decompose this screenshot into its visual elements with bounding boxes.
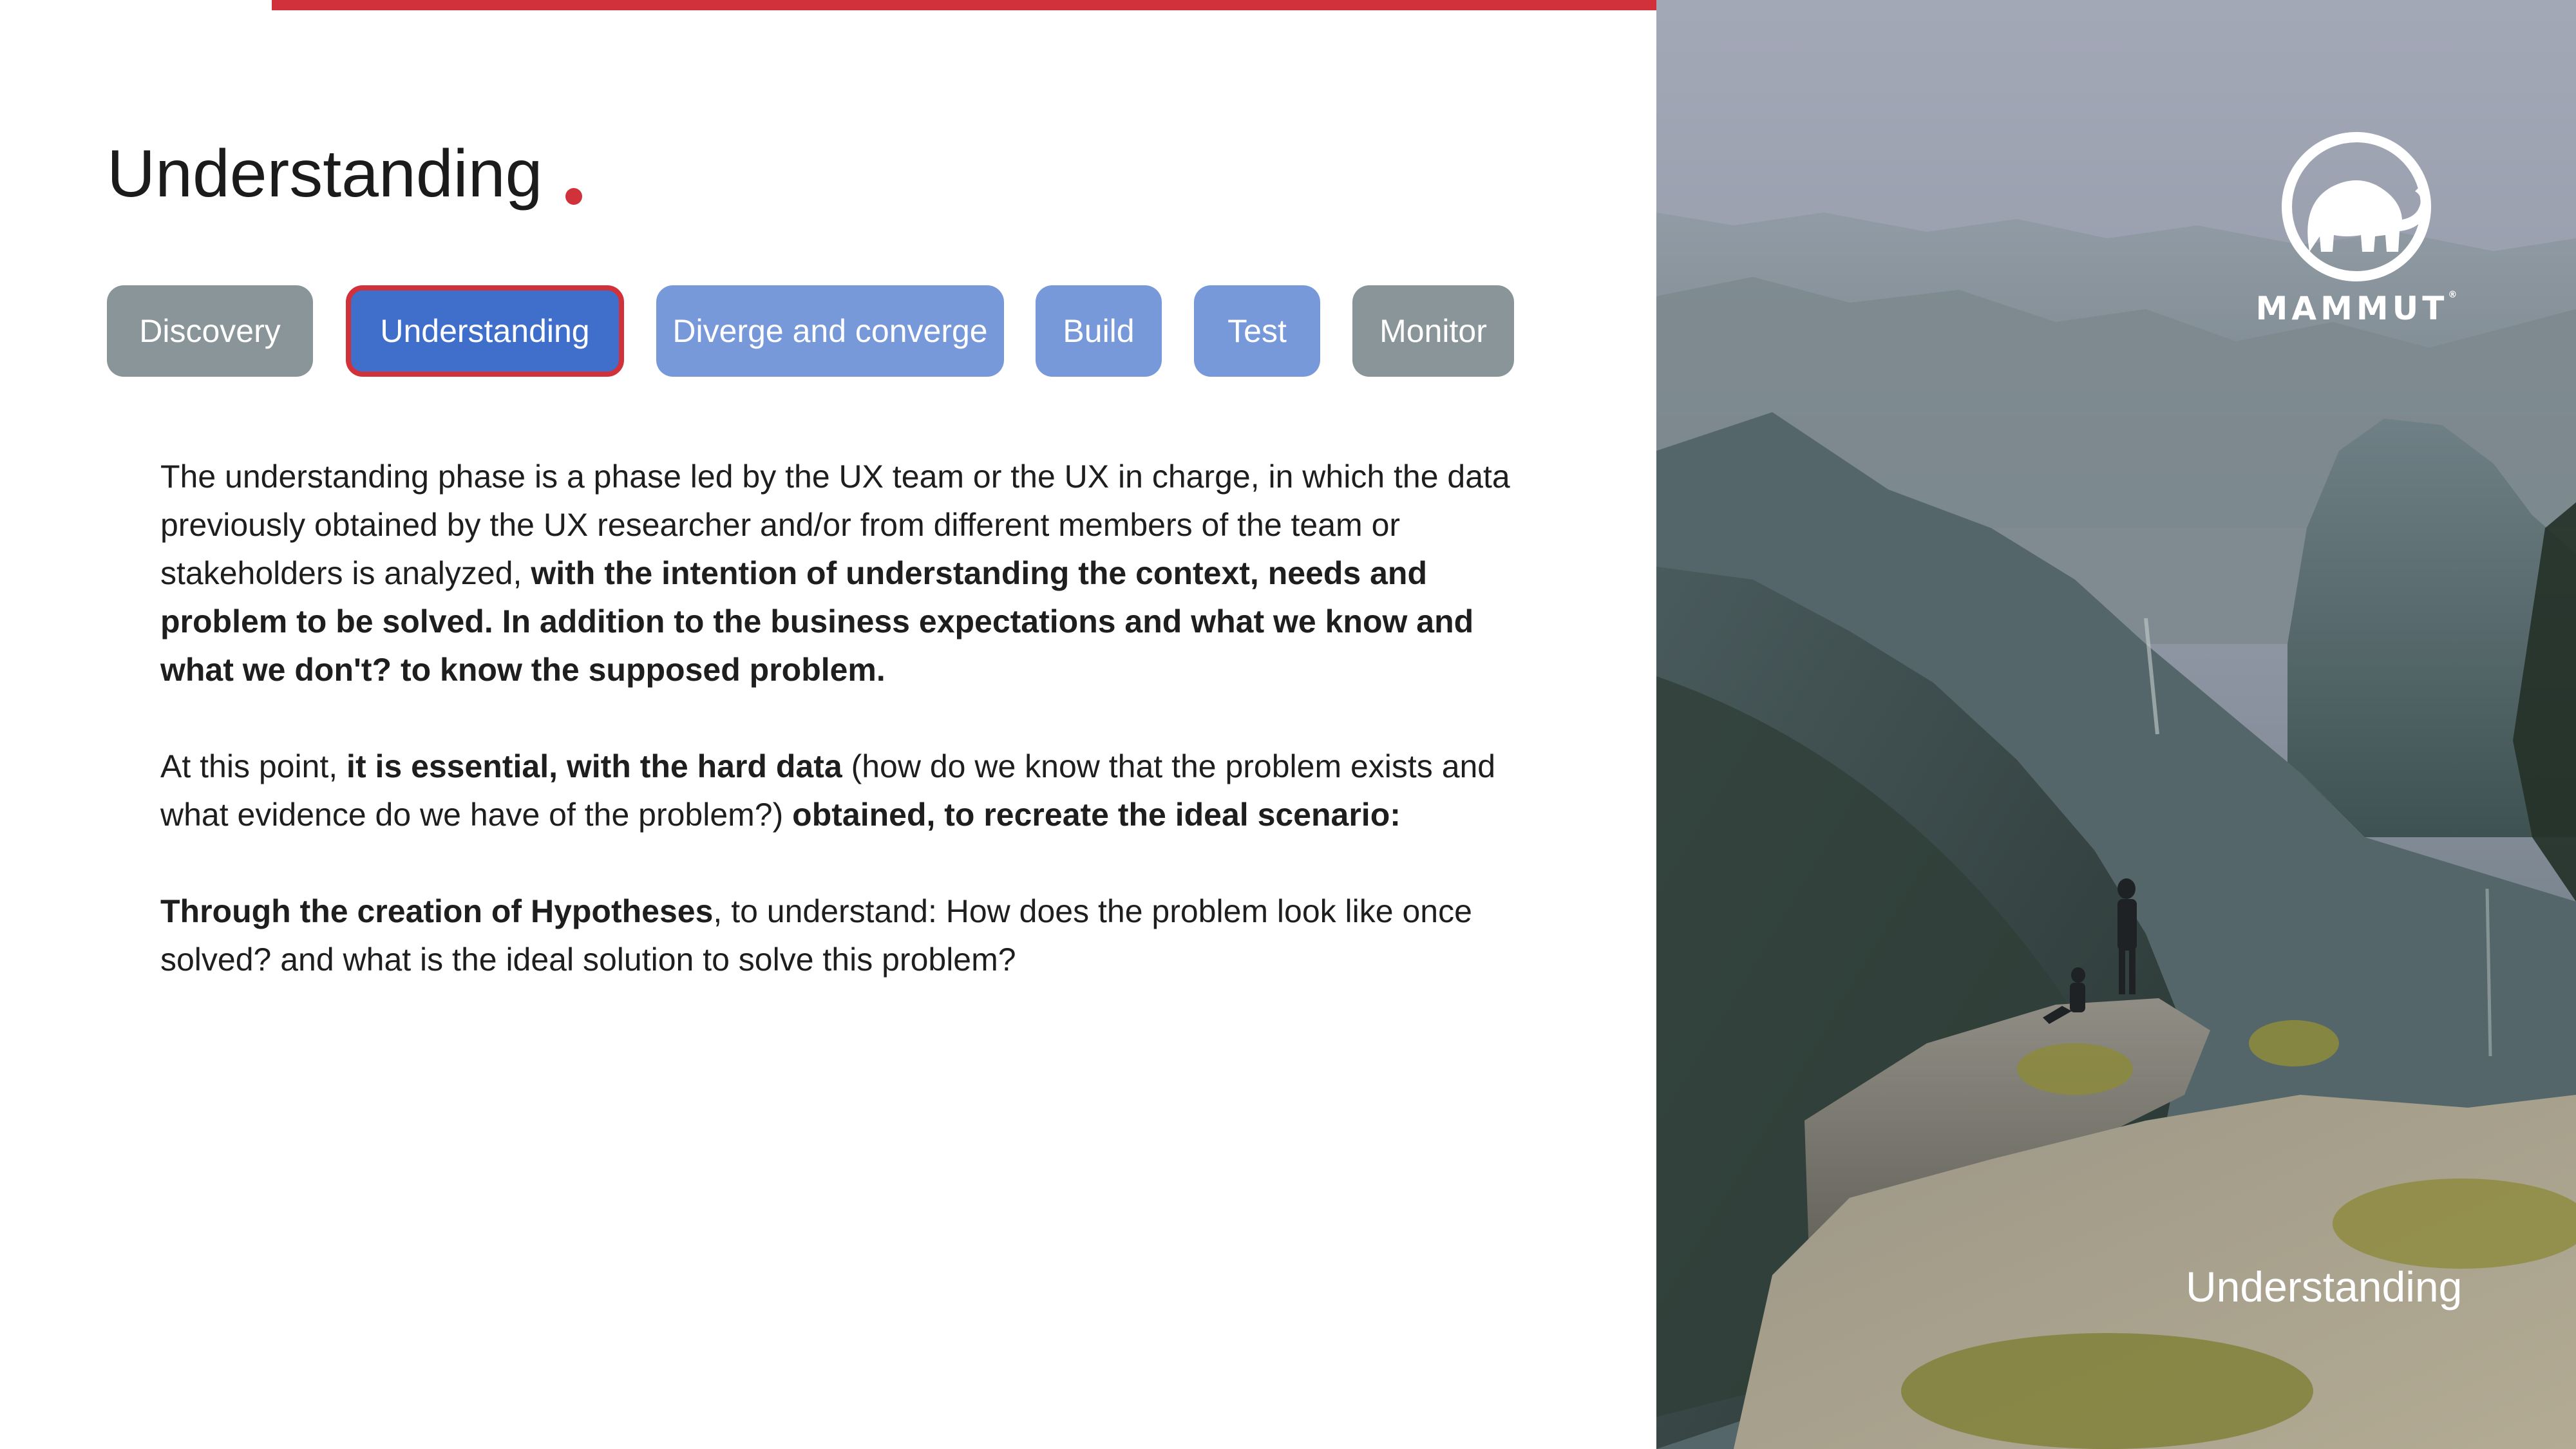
tab-understanding[interactable]: Understanding xyxy=(346,285,624,377)
brand-wordmark: MAMMUT® xyxy=(2237,290,2476,327)
paragraph-bold-text: obtained, to recreate the ideal scenario… xyxy=(792,797,1401,833)
page-title: Understanding xyxy=(107,137,543,211)
brand-name: MAMMUT xyxy=(2255,290,2448,327)
paragraph-bold-text: it is essential, with the hard data xyxy=(346,748,842,784)
mammoth-logo-icon xyxy=(2282,132,2431,281)
paragraph-hypotheses: Through the creation of Hypotheses, to u… xyxy=(160,887,1532,984)
tab-discovery[interactable]: Discovery xyxy=(107,285,313,377)
tab-monitor[interactable]: Monitor xyxy=(1352,285,1514,377)
registered-mark: ® xyxy=(2448,290,2458,300)
paragraph-text: At this point, xyxy=(160,748,347,784)
tab-build[interactable]: Build xyxy=(1036,285,1162,377)
tab-test[interactable]: Test xyxy=(1194,285,1320,377)
brand-logo: MAMMUT® xyxy=(2237,132,2476,327)
paragraph-hard-data: At this point, it is essential, with the… xyxy=(160,743,1532,839)
image-caption: Understanding xyxy=(2186,1263,2463,1311)
paragraph-understanding-phase: The understanding phase is a phase led b… xyxy=(160,453,1532,694)
tab-diverge-and-converge[interactable]: Diverge and converge xyxy=(656,285,1004,377)
description-text: The understanding phase is a phase led b… xyxy=(160,453,1532,1032)
paragraph-bold-text: Through the creation of Hypotheses xyxy=(160,893,714,929)
page-header: Understanding xyxy=(107,129,583,219)
title-accent-dot xyxy=(565,188,583,205)
